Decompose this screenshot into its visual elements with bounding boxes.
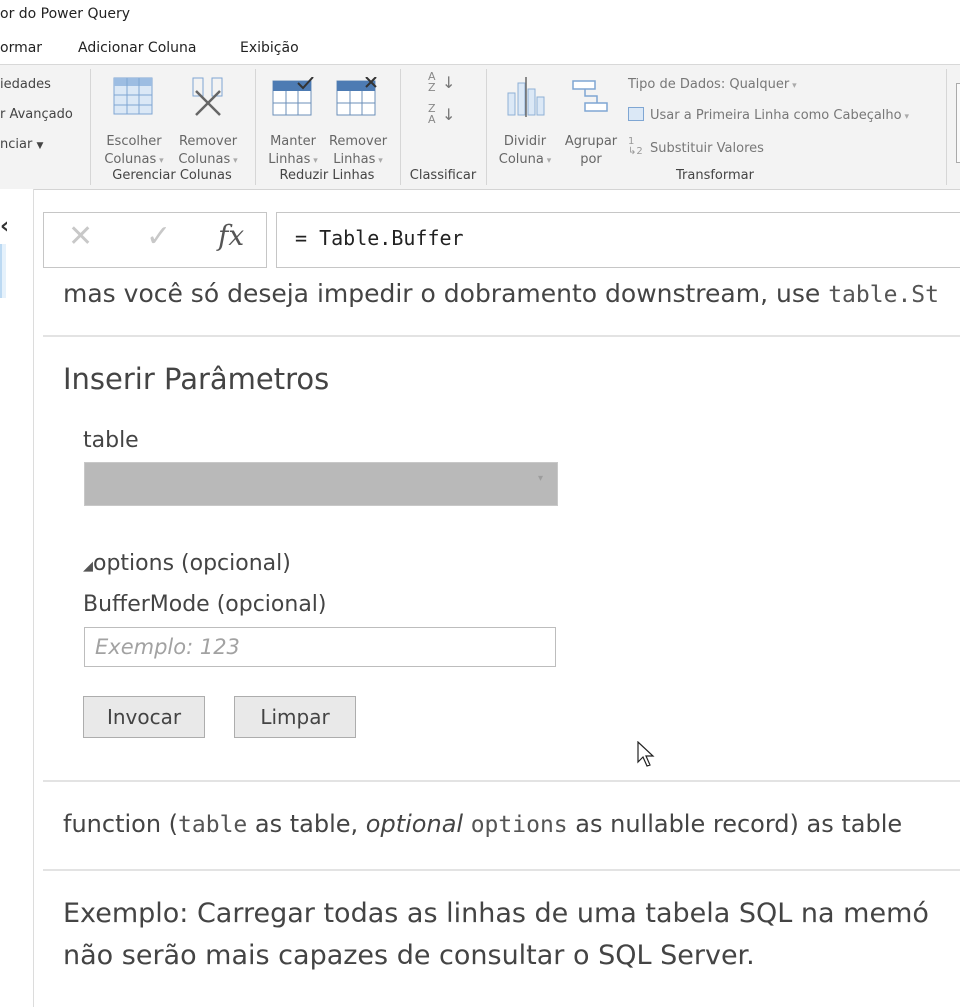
chevron-down-icon: ▾: [537, 473, 543, 484]
data-type-dropdown[interactable]: Tipo de Dados: Qualquer ▾: [628, 77, 797, 92]
menu-exibicao[interactable]: Exibição: [240, 40, 299, 56]
split-column-line2: Coluna ▾: [498, 152, 552, 167]
remove-rows-icon: [336, 77, 377, 116]
selected-query-indicator[interactable]: [0, 244, 6, 298]
replace-values-label: Substituir Valores: [650, 141, 764, 156]
cancel-icon[interactable]: ✕: [68, 219, 93, 254]
ribbon-overflow-edge: [956, 83, 960, 163]
ribbon-separator: [90, 69, 91, 185]
keep-rows-button[interactable]: Manter Linhas ▾: [262, 75, 324, 175]
buffermode-input[interactable]: [84, 627, 556, 667]
remove-columns-line1: Remover: [178, 134, 238, 149]
group-transform: Transformar: [676, 168, 754, 183]
remove-rows-line1: Remover: [328, 134, 388, 149]
replace-values-icon: 1 ↳2: [628, 136, 643, 157]
group-manage-columns: Gerenciar Colunas: [112, 168, 232, 183]
ribbon-separator: [946, 69, 947, 185]
properties-button[interactable]: iedades: [0, 77, 51, 92]
window-title: or do Power Query: [0, 6, 130, 22]
table-dropdown[interactable]: ▾: [84, 462, 558, 506]
example-line-1: Exemplo: Carregar todas as linhas de uma…: [63, 898, 929, 929]
expand-triangle-icon: ◢: [83, 559, 93, 574]
sort-ascending-icon[interactable]: AZ ↓: [428, 71, 456, 101]
group-by-button[interactable]: Agrupar por: [560, 75, 622, 175]
inline-code: table.St: [828, 282, 939, 308]
remove-columns-button[interactable]: Remover Colunas ▾: [172, 75, 244, 175]
formula-text: = Table.Buffer: [295, 226, 464, 250]
options-toggle-label: options (opcional): [93, 551, 291, 576]
manage-label: nciar: [0, 137, 33, 152]
divider: [43, 335, 960, 337]
remove-rows-button[interactable]: Remover Linhas ▾: [325, 75, 391, 175]
sort-descending-icon[interactable]: ZA ↓: [428, 103, 456, 133]
table-label: table: [83, 428, 139, 453]
group-by-icon: [572, 80, 608, 112]
advanced-editor-button[interactable]: r Avançado: [0, 107, 73, 122]
queries-pane: [0, 189, 34, 1007]
data-type-label: Tipo de Dados: Qualquer: [628, 77, 790, 92]
keep-rows-icon: [272, 77, 314, 116]
ribbon-separator: [486, 69, 487, 185]
choose-columns-button[interactable]: Escolher Colunas ▾: [98, 75, 170, 175]
manage-button[interactable]: nciar ▼: [0, 137, 43, 152]
fx-icon[interactable]: fx: [218, 219, 244, 252]
buffermode-label: BufferMode (opcional): [83, 592, 327, 617]
divider: [43, 869, 960, 871]
group-reduce-rows: Reduzir Linhas: [279, 168, 375, 183]
table-header-icon: [628, 107, 644, 121]
split-column-icon: [507, 77, 545, 117]
invoke-button[interactable]: Invocar: [83, 696, 205, 738]
description-text: mas você só deseja impedir o dobramento …: [63, 279, 939, 308]
group-by-line2: por: [580, 152, 602, 167]
formula-buttons: ✕ ✓ fx: [43, 212, 267, 268]
replace-values-button[interactable]: 1 ↳2 Substituir Valores: [628, 137, 764, 157]
clear-button[interactable]: Limpar: [234, 696, 356, 738]
table-columns-icon: [113, 77, 153, 115]
menu-adicionar-coluna[interactable]: Adicionar Coluna: [78, 40, 196, 56]
divider: [43, 780, 960, 782]
mouse-cursor-icon: [637, 741, 655, 767]
split-column-line1: Dividir: [503, 134, 547, 149]
ribbon: iedades r Avançado nciar ▼ Escolher Colu…: [0, 64, 960, 190]
use-first-row-label: Usar a Primeira Linha como Cabeçalho: [650, 108, 902, 123]
ribbon-separator: [400, 69, 401, 185]
collapse-chevron-icon[interactable]: ‹: [0, 214, 9, 239]
group-by-line1: Agrupar: [564, 134, 618, 149]
confirm-icon[interactable]: ✓: [146, 219, 171, 254]
example-line-2: não serão mais capazes de consultar o SQ…: [63, 940, 755, 971]
keep-rows-line1: Manter: [270, 134, 316, 149]
function-signature: function (table as table, optional optio…: [63, 810, 903, 838]
choose-columns-line1: Escolher: [106, 134, 162, 149]
ribbon-separator: [255, 69, 256, 185]
split-column-button[interactable]: Dividir Coluna ▾: [492, 75, 558, 175]
params-heading: Inserir Parâmetros: [63, 362, 330, 396]
use-first-row-button[interactable]: Usar a Primeira Linha como Cabeçalho ▾: [628, 107, 909, 123]
caret-down-icon: ▼: [36, 141, 44, 151]
menu-transformar[interactable]: ormar: [0, 40, 42, 56]
remove-columns-icon: [192, 77, 223, 116]
group-sort: Classificar: [409, 168, 477, 183]
options-toggle[interactable]: ◢options (opcional): [83, 551, 291, 576]
